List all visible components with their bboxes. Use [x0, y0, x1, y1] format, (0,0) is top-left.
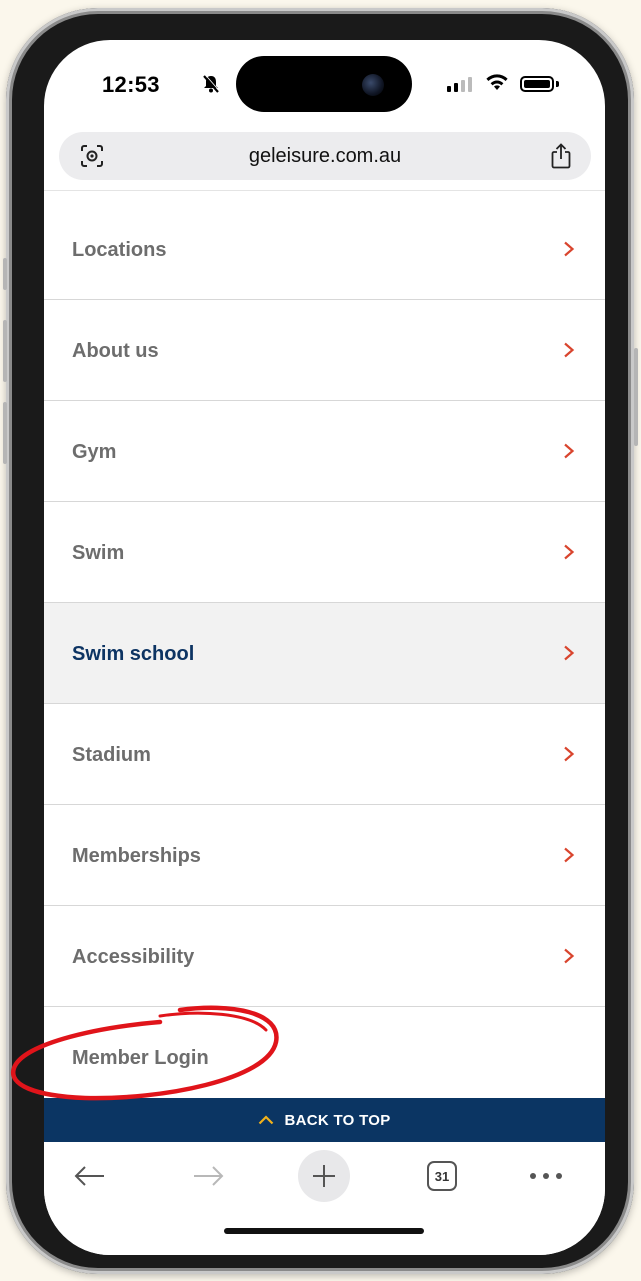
wifi-icon: [486, 74, 508, 90]
menu-item-gym[interactable]: Gym: [44, 401, 605, 502]
menu-item-label: Gym: [72, 441, 117, 463]
navigation-menu: Locations About us Gym Swim Swim school …: [44, 199, 605, 1108]
arrow-left-icon: [74, 1166, 104, 1186]
status-bar: 12:53: [44, 40, 605, 135]
back-to-top-label: BACK TO TOP: [284, 1111, 391, 1129]
forward-button[interactable]: [188, 1156, 228, 1196]
chevron-right-icon: [564, 443, 575, 459]
bell-slash-icon: [201, 74, 221, 100]
menu-item-label: Accessibility: [72, 946, 195, 968]
menu-item-accessibility[interactable]: Accessibility: [44, 906, 605, 1007]
menu-item-memberships[interactable]: Memberships: [44, 805, 605, 906]
side-button-power: [634, 348, 638, 446]
chevron-right-icon: [564, 948, 575, 964]
chevron-right-icon: [564, 544, 575, 560]
chevron-right-icon: [564, 847, 575, 863]
chevron-right-icon: [564, 645, 575, 661]
address-bar[interactable]: geleisure.com.au: [59, 132, 591, 180]
battery-icon: [520, 76, 554, 92]
menu-item-label: Swim school: [72, 643, 195, 665]
front-camera-icon: [362, 74, 384, 96]
menu-item-label: Swim: [72, 542, 125, 564]
chevron-right-icon: [564, 342, 575, 358]
side-button-volume-down: [3, 402, 7, 464]
tabs-button[interactable]: 31: [422, 1156, 462, 1196]
back-to-top-button[interactable]: BACK TO TOP: [44, 1098, 605, 1142]
home-indicator: [224, 1228, 424, 1234]
menu-item-label: Stadium: [72, 744, 151, 766]
plus-icon: [313, 1165, 335, 1187]
side-button-action: [3, 258, 7, 290]
dynamic-island: [236, 56, 412, 112]
menu-item-label: About us: [72, 340, 159, 362]
menu-item-label: Locations: [72, 239, 167, 261]
status-time: 12:53: [102, 72, 160, 97]
more-button[interactable]: [524, 1156, 568, 1196]
menu-item-member-login[interactable]: Member Login: [44, 1007, 605, 1108]
cellular-signal-icon: [447, 76, 472, 92]
browser-toolbar: 31: [44, 1142, 605, 1255]
menu-item-label: Memberships: [72, 845, 201, 867]
menu-item-about-us[interactable]: About us: [44, 300, 605, 401]
side-button-volume-up: [3, 320, 7, 382]
menu-item-label: Member Login: [72, 1047, 209, 1069]
url-text[interactable]: geleisure.com.au: [59, 145, 591, 168]
tab-count-badge: 31: [427, 1161, 457, 1191]
arrow-right-icon: [194, 1166, 224, 1186]
menu-item-swim-school[interactable]: Swim school: [44, 603, 605, 704]
chevron-up-icon: [259, 1115, 274, 1125]
menu-item-locations[interactable]: Locations: [44, 199, 605, 300]
menu-item-stadium[interactable]: Stadium: [44, 704, 605, 805]
new-tab-button[interactable]: [298, 1150, 350, 1202]
menu-item-swim[interactable]: Swim: [44, 502, 605, 603]
chevron-right-icon: [564, 746, 575, 762]
chevron-right-icon: [564, 241, 575, 257]
back-button[interactable]: [70, 1156, 110, 1196]
ellipsis-icon: [530, 1173, 562, 1179]
phone-screen: 12:53 geleisure.com.au Locations About u…: [44, 40, 605, 1255]
share-icon[interactable]: [549, 142, 573, 170]
